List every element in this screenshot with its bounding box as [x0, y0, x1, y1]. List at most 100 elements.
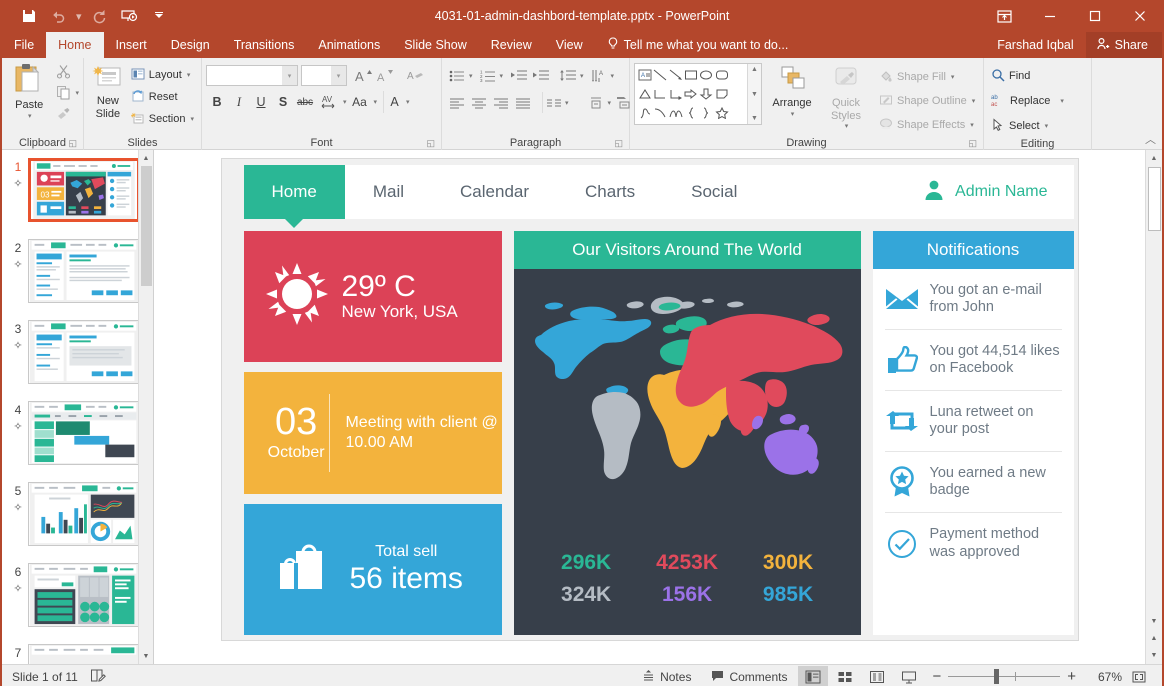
- tell-me-search[interactable]: Tell me what you want to do...: [595, 32, 788, 58]
- shape-wave-icon[interactable]: [668, 103, 683, 122]
- paste-dropdown-caret[interactable]: ▾: [28, 112, 32, 120]
- justify-icon[interactable]: [512, 92, 534, 113]
- shape-curve-icon[interactable]: [652, 103, 667, 122]
- font-size-input[interactable]: ▾: [301, 65, 347, 86]
- shape-scribble-icon[interactable]: [637, 103, 652, 122]
- dashboard-tab-home[interactable]: Home: [243, 165, 345, 219]
- layout-button[interactable]: Layout ▾: [128, 64, 197, 86]
- notes-button[interactable]: Notes: [633, 665, 700, 686]
- fit-slide-to-window-button[interactable]: [1124, 666, 1154, 686]
- copy-icon[interactable]: [52, 82, 74, 103]
- paragraph-dialog-launcher[interactable]: ◱: [614, 138, 623, 149]
- shape-elbow-arrow-icon[interactable]: [668, 85, 683, 104]
- shape-effects-button[interactable]: Shape Effects ▾: [876, 114, 978, 136]
- notification-item[interactable]: Luna retweet on your post: [884, 391, 1062, 452]
- shape-elbow-connector-icon[interactable]: [652, 85, 667, 104]
- thumbnail-slide-7[interactable]: 7: [2, 644, 153, 664]
- align-text-icon[interactable]: [585, 92, 607, 113]
- strikethrough-button[interactable]: abc: [294, 91, 316, 113]
- gallery-scroll-down-icon[interactable]: ▼: [751, 91, 758, 98]
- quick-styles-caret[interactable]: ▾: [845, 122, 849, 130]
- start-presentation-icon[interactable]: [116, 4, 142, 28]
- shape-right-arrow-icon[interactable]: [683, 85, 698, 104]
- close-icon[interactable]: [1117, 0, 1162, 32]
- tab-insert[interactable]: Insert: [104, 32, 159, 58]
- tab-home[interactable]: Home: [46, 32, 104, 58]
- underline-button[interactable]: U: [250, 91, 272, 113]
- gallery-more-icon[interactable]: ▼: [751, 115, 758, 122]
- collapse-ribbon-icon[interactable]: ︿: [1145, 131, 1156, 147]
- bullets-caret[interactable]: ▾: [469, 72, 473, 80]
- character-spacing-icon[interactable]: AV: [316, 91, 342, 113]
- numbering-icon[interactable]: 123: [477, 65, 499, 86]
- arrange-button[interactable]: Arrange ▾: [768, 63, 816, 118]
- increase-indent-icon[interactable]: [530, 65, 552, 86]
- font-color-button[interactable]: A: [383, 91, 405, 113]
- shape-fill-caret[interactable]: ▾: [951, 73, 955, 81]
- tab-transitions[interactable]: Transitions: [222, 32, 307, 58]
- scroll-down-icon[interactable]: ▼: [1146, 613, 1163, 630]
- shape-fill-button[interactable]: Shape Fill ▾: [876, 66, 978, 88]
- shadow-button[interactable]: S: [272, 91, 294, 113]
- notification-item[interactable]: You earned a new badge: [884, 452, 1062, 513]
- copy-dropdown-caret[interactable]: ▾: [75, 89, 79, 97]
- text-direction-icon[interactable]: A: [588, 65, 610, 86]
- current-slide[interactable]: Home Mail Calendar Charts Social Admin N…: [220, 158, 1079, 641]
- dashboard-tab-charts[interactable]: Charts: [557, 165, 663, 219]
- slide-counter[interactable]: Slide 1 of 11: [12, 670, 78, 684]
- minimize-icon[interactable]: [1027, 0, 1072, 32]
- share-button[interactable]: Share: [1085, 32, 1162, 58]
- arrange-caret[interactable]: ▾: [791, 110, 795, 118]
- slide-show-button[interactable]: [894, 666, 924, 686]
- quick-styles-button[interactable]: Quick Styles ▾: [822, 63, 870, 130]
- columns-caret[interactable]: ▾: [565, 99, 569, 107]
- shapes-gallery[interactable]: A ▲ ▼ ▼: [634, 63, 762, 125]
- shape-left-brace-icon[interactable]: [683, 103, 698, 122]
- find-button[interactable]: Find: [988, 65, 1067, 87]
- tab-review[interactable]: Review: [479, 32, 544, 58]
- clipboard-dialog-launcher[interactable]: ◱: [68, 138, 77, 149]
- font-color-caret[interactable]: ▾: [406, 98, 410, 106]
- decrease-indent-icon[interactable]: [508, 65, 530, 86]
- shape-line-icon[interactable]: [652, 66, 667, 85]
- thumbnail-scroll-up-icon[interactable]: ▲: [138, 150, 153, 166]
- shape-outline-caret[interactable]: ▾: [972, 97, 976, 105]
- redo-icon[interactable]: [86, 4, 112, 28]
- paste-button[interactable]: Paste ▾: [6, 61, 52, 120]
- thumbnail-slide-2[interactable]: 2 ✧: [2, 239, 153, 320]
- shape-star-icon[interactable]: [714, 103, 729, 122]
- font-size-caret[interactable]: ▾: [331, 66, 346, 85]
- change-case-button[interactable]: Aa: [347, 91, 373, 113]
- select-button[interactable]: Select ▾: [988, 115, 1067, 137]
- section-caret[interactable]: ▾: [190, 115, 194, 123]
- drawing-dialog-launcher[interactable]: ◱: [968, 138, 977, 149]
- normal-view-button[interactable]: [798, 665, 829, 686]
- undo-dropdown-caret[interactable]: ▾: [76, 10, 82, 23]
- thumbnail-scroll-thumb[interactable]: [140, 166, 152, 286]
- dashboard-user[interactable]: Admin Name: [922, 165, 1073, 219]
- scrollbar-thumb[interactable]: [1147, 167, 1161, 231]
- thumbnail-scroll-down-icon[interactable]: ▼: [138, 648, 153, 664]
- comments-button[interactable]: Comments: [702, 665, 796, 686]
- line-spacing-caret[interactable]: ▾: [580, 72, 584, 80]
- align-right-icon[interactable]: [490, 92, 512, 113]
- notification-item[interactable]: Payment method was approved: [885, 513, 1062, 574]
- maximize-icon[interactable]: [1072, 0, 1117, 32]
- thumbnail-slide-3[interactable]: 3 ✧: [2, 320, 153, 401]
- zoom-out-button[interactable]: −: [932, 668, 941, 685]
- notes-indicator-icon[interactable]: [90, 668, 106, 686]
- replace-caret[interactable]: ▾: [1060, 97, 1064, 105]
- reading-view-button[interactable]: [862, 666, 892, 686]
- zoom-track[interactable]: [948, 669, 1061, 684]
- scroll-up-icon[interactable]: ▲: [1146, 150, 1163, 167]
- dashboard-tab-mail[interactable]: Mail: [345, 165, 432, 219]
- thumbnail-slide-4[interactable]: 4 ✧: [2, 401, 153, 482]
- thumbnail-scrollbar[interactable]: ▲ ▼: [138, 150, 153, 664]
- shape-effects-caret[interactable]: ▾: [970, 121, 974, 129]
- bold-button[interactable]: B: [206, 91, 228, 113]
- dashboard-tab-calendar[interactable]: Calendar: [432, 165, 557, 219]
- shape-folded-corner-icon[interactable]: [714, 85, 729, 104]
- tab-slide-show[interactable]: Slide Show: [392, 32, 479, 58]
- clear-formatting-icon[interactable]: A: [404, 65, 426, 86]
- font-name-caret[interactable]: ▾: [282, 66, 297, 85]
